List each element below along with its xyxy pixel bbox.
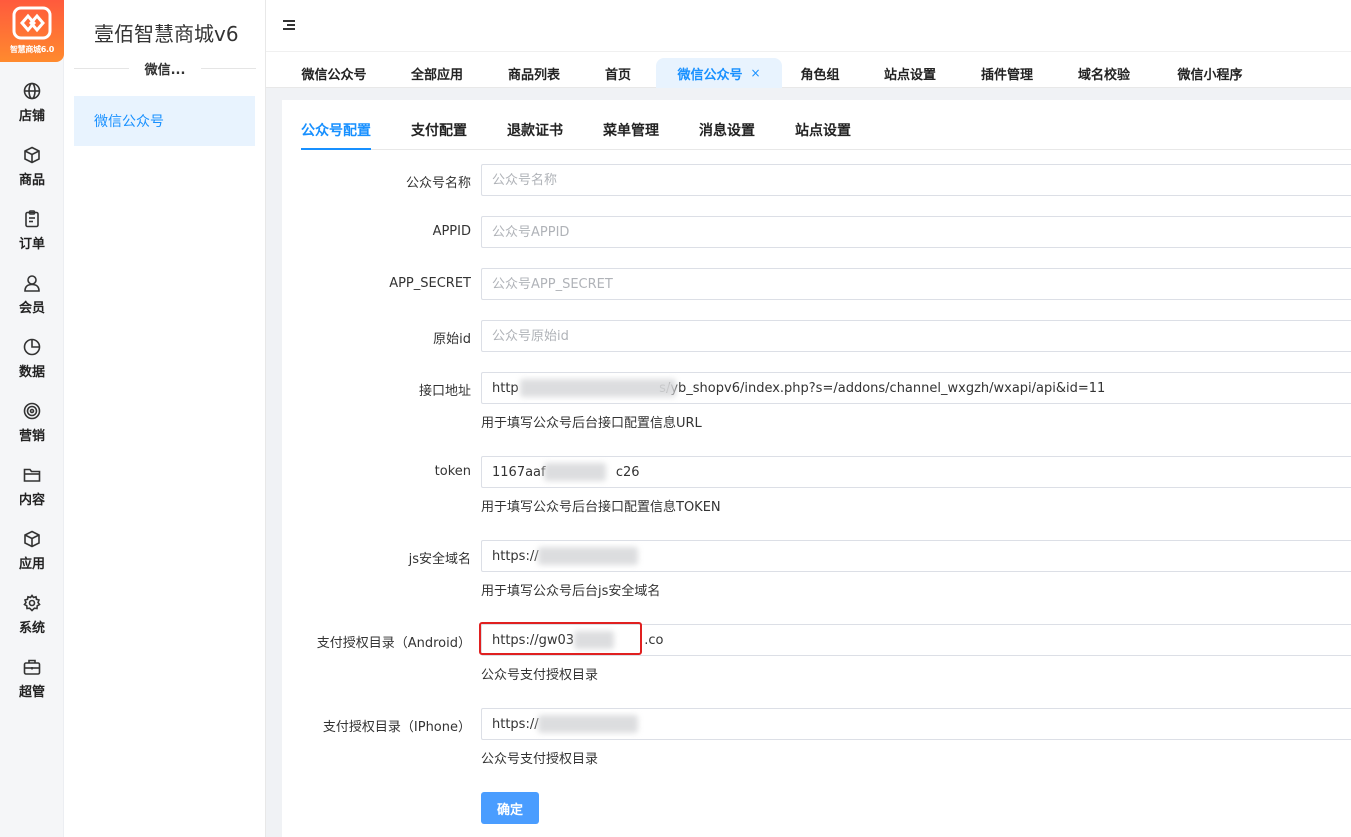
official-name-input[interactable] [481,164,1351,196]
gear-icon [23,594,41,612]
redacted-region [544,463,606,481]
rail-item-content[interactable]: 内容 [0,459,64,515]
subtab-message-settings[interactable]: 消息设置 [699,120,755,150]
config-subtabs: 公众号配置 支付配置 退款证书 菜单管理 消息设置 站点设置 [301,112,1351,150]
page-tabs: 微信公众号 全部应用 商品列表 首页 微信公众号 × 角色组 站点设置 插件管理… [266,52,1351,88]
field-label: 支付授权目录（Android） [316,636,471,651]
field-label: APP_SECRET [389,276,471,291]
rail-label: 会员 [18,301,45,316]
tab-home[interactable]: 首页 [592,58,644,88]
logo-icon [12,6,52,40]
globe-icon [23,82,41,100]
rail-label: 营销 [18,429,45,444]
rail-item-data[interactable]: 数据 [0,331,64,387]
main-nav-rail: 智慧商城6.0 店铺 商品 订单 会员 数据 营销 内容 应用 系统 超管 [0,0,64,837]
sidebar-group-title: 微信... [74,58,257,78]
rail-label: 内容 [18,493,45,508]
tab-domain-verify[interactable]: 域名校验 [1064,58,1144,88]
divider [74,67,129,69]
rail-label: 系统 [18,621,45,636]
divider [201,67,257,69]
tab-wechat-official-1[interactable]: 微信公众号 [286,58,382,88]
subtab-pay-config[interactable]: 支付配置 [411,120,467,150]
field-hint: 用于填写公众号后台接口配置信息TOKEN [481,500,721,515]
tab-site-settings[interactable]: 站点设置 [870,58,950,88]
subtab-refund-cert[interactable]: 退款证书 [507,120,563,150]
box-icon [24,530,40,548]
field-label: 原始id [433,332,471,347]
rail-label: 订单 [18,237,45,252]
original-id-input[interactable] [481,320,1351,352]
clipboard-icon [25,210,39,228]
redacted-region [538,715,638,733]
field-label: 支付授权目录（IPhone） [322,720,471,735]
store-name: 壹佰智慧商城v6 [94,22,239,46]
redacted-region [538,547,638,565]
appid-input[interactable] [481,216,1351,248]
appsecret-input[interactable] [481,268,1351,300]
rail-label: 超管 [18,685,45,700]
tab-all-apps[interactable]: 全部应用 [398,58,476,88]
folder-icon [23,468,41,482]
menu-collapse-icon[interactable] [283,20,295,30]
target-icon [23,402,41,420]
top-bar [266,0,1351,52]
rail-item-superadmin[interactable]: 超管 [0,651,64,707]
submit-button[interactable]: 确定 [481,792,539,824]
rail-label: 数据 [18,365,45,380]
field-label: 公众号名称 [405,176,471,191]
field-label: js安全域名 [408,552,471,567]
sidebar-group-label: 微信... [144,62,186,78]
app-logo[interactable]: 智慧商城6.0 [0,0,64,62]
field-label: token [434,464,471,479]
tab-roles[interactable]: 角色组 [790,58,850,88]
rail-label: 应用 [18,557,45,572]
subtab-official-config[interactable]: 公众号配置 [301,120,371,150]
sub-sidebar: 壹佰智慧商城v6 微信... 微信公众号 [64,0,266,837]
token-input[interactable] [481,456,1351,488]
tab-plugins[interactable]: 插件管理 [966,58,1048,88]
briefcase-icon [23,659,41,675]
field-hint: 用于填写公众号后台接口配置信息URL [481,416,702,431]
subtab-menu-manage[interactable]: 菜单管理 [603,120,659,150]
close-icon[interactable]: × [750,66,760,80]
rail-item-store[interactable]: 店铺 [0,75,64,131]
tab-mini-program[interactable]: 微信小程序 [1162,58,1258,88]
user-icon [24,275,40,292]
logo-text: 智慧商城6.0 [9,45,55,54]
field-label: APPID [432,224,471,239]
pie-chart-icon [23,338,41,356]
redacted-region [574,631,614,649]
rail-item-orders[interactable]: 订单 [0,203,64,259]
tab-label: 微信公众号 [677,67,743,83]
tab-goods-list[interactable]: 商品列表 [494,58,574,88]
rail-item-apps[interactable]: 应用 [0,523,64,579]
rail-item-members[interactable]: 会员 [0,267,64,323]
field-hint: 公众号支付授权目录 [481,752,599,767]
tab-wechat-official-active[interactable]: 微信公众号 × [656,58,782,88]
subtab-site-settings[interactable]: 站点设置 [795,120,851,150]
redacted-region [520,379,676,397]
rail-item-goods[interactable]: 商品 [0,139,64,195]
field-hint: 用于填写公众号后台js安全域名 [481,584,661,599]
field-label: 接口地址 [418,384,471,399]
rail-item-system[interactable]: 系统 [0,587,64,643]
field-hint: 公众号支付授权目录 [481,668,599,683]
main-panel: 公众号配置 支付配置 退款证书 菜单管理 消息设置 站点设置 公众号名称 APP… [282,100,1351,837]
sidebar-item-wechat-official[interactable]: 微信公众号 [74,96,255,146]
cube-icon [24,146,40,164]
rail-label: 商品 [18,173,45,188]
rail-label: 店铺 [18,109,45,124]
rail-item-marketing[interactable]: 营销 [0,395,64,451]
